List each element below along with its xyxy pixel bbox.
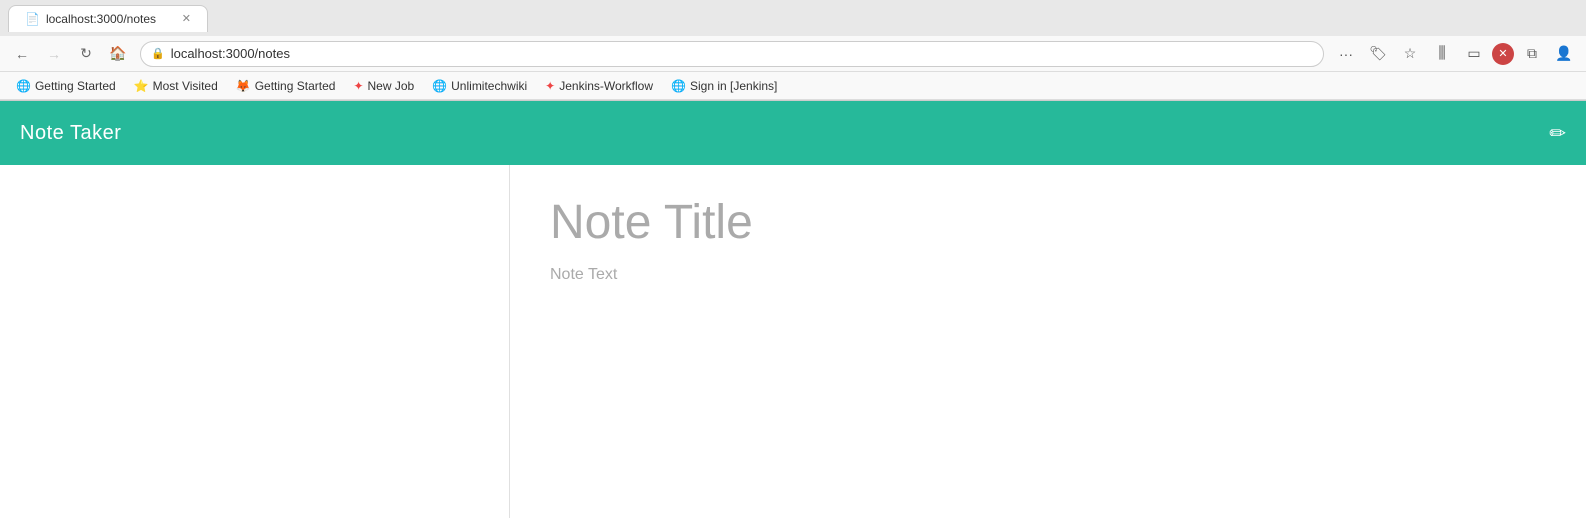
bookmark-jenkins-workflow[interactable]: ✦ Jenkins-Workflow	[537, 77, 661, 95]
app-title: Note Taker	[20, 122, 121, 145]
bookmark-label: Getting Started	[255, 79, 336, 93]
restore-button[interactable]: ⧉	[1518, 40, 1546, 68]
bookmark-label: New Job	[368, 79, 415, 93]
pocket-button[interactable]: 🏷	[1364, 40, 1392, 68]
address-bar[interactable]: 🔒 localhost:3000/notes	[140, 41, 1324, 67]
more-button[interactable]: ···	[1332, 40, 1360, 68]
back-button[interactable]: ←	[8, 40, 36, 68]
bookmark-unlimitechwiki[interactable]: 🌐 Unlimitechwiki	[424, 77, 535, 95]
nav-right-icons: ··· 🏷 ☆ ⫼ ▭ ✕ ⧉ 👤	[1332, 40, 1578, 68]
bookmark-label: Most Visited	[153, 79, 218, 93]
tab-close-icon[interactable]: ✕	[182, 12, 191, 25]
bookmark-icon-jenkins-workflow: ✦	[545, 79, 555, 93]
tab-title: localhost:3000/notes	[46, 12, 156, 26]
pencil-icon[interactable]: ✏	[1549, 121, 1566, 146]
main-content: Note Title Note Text	[0, 165, 1586, 518]
bookmark-icon-wiki: 🌐	[432, 79, 447, 93]
close-addon-button[interactable]: ✕	[1492, 43, 1514, 65]
bookmark-icon-new-job: ✦	[353, 79, 363, 93]
reload-button[interactable]: ↻	[72, 40, 100, 68]
bookmark-icon-star: ⭐	[134, 79, 149, 93]
sidebar-button[interactable]: ▭	[1460, 40, 1488, 68]
sidebar	[0, 165, 510, 518]
home-button[interactable]: 🏠	[104, 40, 132, 68]
url-text: localhost:3000/notes	[171, 46, 290, 61]
app-header: Note Taker ✏	[0, 101, 1586, 165]
note-text-placeholder[interactable]: Note Text	[550, 266, 1546, 284]
active-tab[interactable]: 📄 localhost:3000/notes ✕	[8, 5, 208, 32]
bookmark-label: Jenkins-Workflow	[559, 79, 653, 93]
bookmark-icon-firefox: 🦊	[236, 79, 251, 93]
bookmark-label: Sign in [Jenkins]	[690, 79, 777, 93]
tab-favicon: 📄	[25, 12, 40, 26]
info-icon: 🔒	[151, 47, 165, 60]
bookmark-icon-jenkins: 🌐	[671, 79, 686, 93]
bookmark-most-visited[interactable]: ⭐ Most Visited	[126, 77, 226, 95]
bookmark-label: Unlimitechwiki	[451, 79, 527, 93]
forward-button[interactable]: →	[40, 40, 68, 68]
bookmark-getting-started-1[interactable]: 🌐 Getting Started	[8, 77, 124, 95]
browser-chrome: 📄 localhost:3000/notes ✕ ← → ↻ 🏠 🔒 local…	[0, 0, 1586, 101]
bookmark-icon-globe-1: 🌐	[16, 79, 31, 93]
bookmark-new-job[interactable]: ✦ New Job	[345, 77, 422, 95]
bookmark-sign-in-jenkins[interactable]: 🌐 Sign in [Jenkins]	[663, 77, 785, 95]
bookmark-getting-started-2[interactable]: 🦊 Getting Started	[228, 77, 344, 95]
bookmark-star-button[interactable]: ☆	[1396, 40, 1424, 68]
library-button[interactable]: ⫼	[1428, 40, 1456, 68]
note-title-placeholder[interactable]: Note Title	[550, 195, 1546, 250]
account-button[interactable]: 👤	[1550, 40, 1578, 68]
bookmark-label: Getting Started	[35, 79, 116, 93]
tab-bar: 📄 localhost:3000/notes ✕	[0, 0, 1586, 36]
bookmarks-bar: 🌐 Getting Started ⭐ Most Visited 🦊 Getti…	[0, 72, 1586, 100]
nav-bar: ← → ↻ 🏠 🔒 localhost:3000/notes ··· 🏷 ☆ ⫼…	[0, 36, 1586, 72]
note-area: Note Title Note Text	[510, 165, 1586, 518]
